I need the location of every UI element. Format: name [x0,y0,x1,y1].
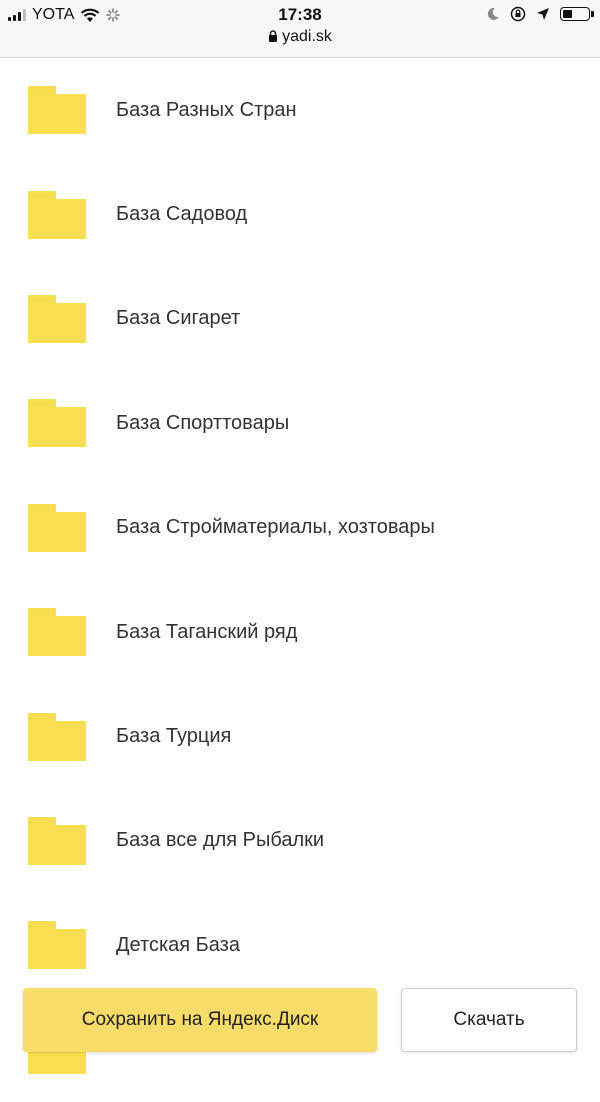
status-right [486,6,594,22]
folder-name: База Спорттовары [116,411,290,434]
orientation-lock-icon [510,6,526,22]
folder-icon [28,190,86,239]
folder-name: База Стройматериалы, хозтовары [116,516,435,539]
folder-icon [28,294,86,343]
lock-icon [269,30,278,42]
folder-item[interactable]: База все для Рыбалки [0,789,600,893]
folder-item[interactable]: База Таганский ряд [0,580,600,684]
status-bar: YOTA 17:38 yadi.sk [0,0,600,58]
folder-icon [28,503,86,552]
folder-name: База все для Рыбалки [116,829,325,852]
folder-icon [28,816,86,865]
folder-name: База Таганский ряд [116,620,298,643]
url-text: yadi.sk [282,28,332,45]
folder-name: База Садовод [116,203,248,226]
folder-name: База Разных Стран [116,98,297,121]
folder-icon [28,921,86,970]
address-url[interactable]: yadi.sk [0,28,600,46]
folder-item[interactable]: База Стройматериалы, хозтовары [0,476,600,580]
folder-name: База Турция [116,725,232,748]
save-to-disk-button[interactable]: Сохранить на Яндекс.Диск [23,988,377,1052]
folder-item[interactable]: База Спорттовары [0,371,600,475]
battery-icon [560,7,594,21]
folder-name: База Сигарет [116,307,241,330]
moon-icon [487,7,499,20]
location-icon [537,8,549,20]
folder-name: Детская База [116,933,240,956]
download-button[interactable]: Скачать [401,988,577,1052]
folder-item[interactable]: Детская База [0,893,600,997]
folder-item[interactable]: База Садовод [0,162,600,266]
folder-icon [28,712,86,761]
folder-icon [28,608,86,657]
folder-icon [28,399,86,448]
folder-list: База Разных Стран База Садовод База Сига… [0,58,600,1102]
folder-item[interactable]: База Сигарет [0,267,600,371]
folder-item[interactable]: База Турция [0,684,600,788]
folder-icon [28,86,86,135]
folder-item[interactable]: База Разных Стран [0,58,600,162]
